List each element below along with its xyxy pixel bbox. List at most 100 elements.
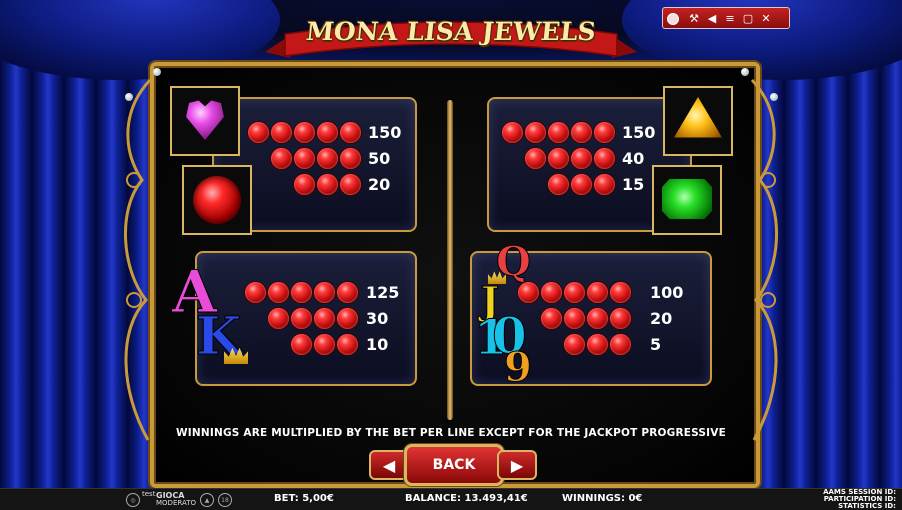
next-page-button[interactable]: ▶	[497, 450, 537, 480]
red-gem-icon	[294, 122, 315, 143]
winnings-display: WINNINGS: 0€	[562, 493, 643, 504]
red-gem-icon	[291, 308, 312, 329]
moderato-logo: MODERATO	[156, 499, 196, 507]
window-controls: ⚒ ◀ ≡ ▢ ✕	[662, 7, 790, 29]
frame-diamond	[770, 93, 778, 101]
center-divider	[447, 100, 453, 420]
gem-row	[548, 174, 615, 195]
pink-heart-gem-icon	[170, 86, 240, 156]
red-gem-icon	[271, 122, 292, 143]
payout-value: 50	[368, 149, 391, 168]
red-gem-icon	[594, 148, 615, 169]
payout-value: 5	[650, 335, 662, 354]
red-gem-icon	[337, 282, 358, 303]
red-gem-icon	[610, 334, 631, 355]
gem-row	[271, 148, 361, 169]
payout-value: 30	[366, 309, 389, 328]
fullscreen-icon[interactable]: ▢	[739, 9, 757, 27]
payout-value: 150	[368, 123, 402, 142]
red-gem-icon	[564, 334, 585, 355]
red-gem-icon	[245, 282, 266, 303]
gem-row	[502, 122, 615, 143]
game-title: MONA LISA JEWELS	[304, 17, 598, 46]
red-gem-icon	[541, 282, 562, 303]
status-dot-icon	[663, 9, 685, 27]
session-info: AAMS SESSION ID: PARTICIPATION ID: STATI…	[786, 489, 896, 510]
red-gem-icon	[548, 174, 569, 195]
red-gem-icon	[610, 282, 631, 303]
gold-scroll-right	[750, 78, 778, 441]
frame-diamond	[125, 93, 133, 101]
red-gem-icon	[294, 174, 315, 195]
payout-value: 150	[622, 123, 656, 142]
test-label: test	[142, 490, 156, 498]
red-gem-icon	[587, 308, 608, 329]
red-gem-icon	[337, 334, 358, 355]
red-gem-icon	[571, 148, 592, 169]
red-gem-icon	[548, 148, 569, 169]
red-gem-icon	[317, 174, 338, 195]
gioca-logo: GIOCA	[156, 491, 185, 500]
red-gem-icon	[317, 148, 338, 169]
red-gem-icon	[268, 282, 289, 303]
payout-value: 40	[622, 149, 645, 168]
red-gem-icon	[314, 308, 335, 329]
previous-page-button[interactable]: ◀	[369, 450, 409, 480]
payout-value: 125	[366, 283, 400, 302]
wrench-icon[interactable]: ⚒	[685, 9, 703, 27]
gem-row	[564, 334, 631, 355]
red-gem-icon	[291, 282, 312, 303]
red-gem-icon	[564, 308, 585, 329]
nine-symbol: 9	[504, 344, 533, 392]
red-gem-icon	[518, 282, 539, 303]
red-gem-icon	[340, 148, 361, 169]
age-limit-badge: 18	[218, 493, 232, 507]
red-gem-icon	[317, 122, 338, 143]
red-gem-icon	[314, 334, 335, 355]
payout-value: 100	[650, 283, 684, 302]
red-round-gem-icon	[182, 165, 252, 235]
aams-logo-icon: ◎	[126, 493, 140, 507]
warning-icon: ▲	[200, 493, 214, 507]
bet-display: BET: 5,00€	[274, 493, 334, 504]
red-gem-icon	[502, 122, 523, 143]
red-gem-icon	[587, 334, 608, 355]
red-gem-icon	[337, 308, 358, 329]
game-stage	[0, 0, 902, 488]
red-gem-icon	[294, 148, 315, 169]
bars-icon[interactable]: ≡	[721, 9, 739, 27]
gem-row	[525, 148, 615, 169]
gem-row	[294, 174, 361, 195]
red-gem-icon	[571, 174, 592, 195]
close-icon[interactable]: ✕	[757, 9, 775, 27]
red-gem-icon	[587, 282, 608, 303]
green-emerald-gem-icon	[652, 165, 722, 235]
red-gem-icon	[541, 308, 562, 329]
gem-row	[245, 282, 358, 303]
frame-diamond	[741, 68, 749, 76]
back-button[interactable]: BACK	[404, 444, 504, 486]
gem-row	[291, 334, 358, 355]
paytable-note: WINNINGS ARE MULTIPLIED BY THE BET PER L…	[175, 427, 726, 439]
red-gem-icon	[594, 122, 615, 143]
gem-row	[248, 122, 361, 143]
red-gem-icon	[340, 174, 361, 195]
gem-row	[518, 282, 631, 303]
red-gem-icon	[314, 282, 335, 303]
balance-display: BALANCE: 13.493,41€	[405, 493, 528, 504]
status-bar: ◎ test GIOCA MODERATO ▲ 18 BET: 5,00€ BA…	[0, 488, 902, 510]
payout-value: 10	[366, 335, 389, 354]
yellow-trillion-gem-icon	[663, 86, 733, 156]
red-gem-icon	[268, 308, 289, 329]
red-gem-icon	[548, 122, 569, 143]
red-gem-icon	[271, 148, 292, 169]
red-gem-icon	[594, 174, 615, 195]
red-gem-icon	[571, 122, 592, 143]
payout-value: 20	[368, 175, 391, 194]
red-gem-icon	[610, 308, 631, 329]
red-gem-icon	[525, 148, 546, 169]
red-gem-icon	[525, 122, 546, 143]
gold-scroll-left	[124, 78, 152, 441]
payout-value: 20	[650, 309, 673, 328]
sound-icon[interactable]: ◀	[703, 9, 721, 27]
